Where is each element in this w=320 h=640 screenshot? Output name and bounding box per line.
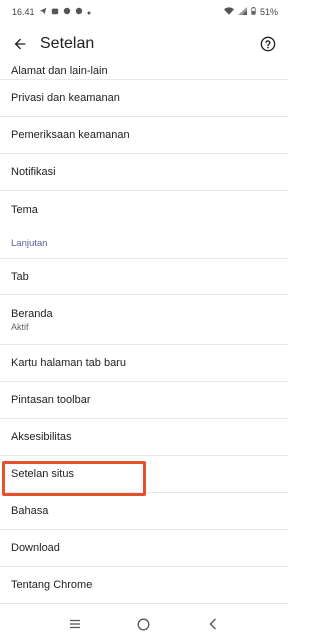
settings-item-label: Privasi dan keamanan [11,92,120,104]
status-time: 16.41 [12,7,35,17]
settings-item-label: Tab [11,270,29,283]
page-title: Setelan [40,35,95,52]
settings-item-pemeriksaan[interactable]: Pemeriksaan keamanan [0,117,288,154]
settings-list: Alamat dan lain-lain Privasi dan keamana… [0,64,288,604]
settings-item-notifikasi[interactable]: Notifikasi [0,154,288,191]
settings-item-setelan-situs[interactable]: Setelan situs [0,456,288,493]
settings-item-label: Tema [11,203,38,216]
settings-item-label: Alamat dan lain-lain [11,65,108,77]
status-right: 51% [223,7,278,17]
settings-item-pintasan-toolbar[interactable]: Pintasan toolbar [0,382,288,419]
notification-circle-icon [63,7,71,17]
back-chevron-icon [209,618,217,630]
help-button[interactable] [248,24,288,64]
nav-home-button[interactable] [124,608,164,640]
settings-item-download[interactable]: Download [0,530,288,567]
status-bar: 16.41 51% [0,0,288,24]
signal-icon [238,7,247,17]
settings-item-alamat[interactable]: Alamat dan lain-lain [0,64,288,80]
app-bar: Setelan [0,24,288,64]
notification-app-icon [51,7,59,17]
settings-item-label: Kartu halaman tab baru [11,357,126,369]
settings-item-kartu-halaman[interactable]: Kartu halaman tab baru [0,345,288,382]
settings-item-label: Bahasa [11,505,49,517]
wifi-icon [223,7,234,17]
settings-item-beranda[interactable]: Beranda Aktif [0,295,288,345]
settings-item-aksesibilitas[interactable]: Aksesibilitas [0,419,288,456]
settings-item-label: Pemeriksaan keamanan [11,129,130,141]
back-button[interactable] [2,24,38,64]
settings-item-label: Notifikasi [11,166,56,178]
settings-item-label: Pintasan toolbar [11,394,91,406]
settings-item-tema[interactable]: Tema [0,191,288,228]
settings-item-bahasa[interactable]: Bahasa [0,493,288,530]
notification-circle-icon-2 [75,7,83,17]
section-header-lanjutan: Lanjutan [11,237,48,249]
home-icon [138,618,150,630]
dot-icon [87,8,91,17]
settings-item-label: Aksesibilitas [11,431,72,443]
settings-item-tab[interactable]: Tab [0,258,288,295]
settings-item-label: Download [11,542,60,554]
nav-back-button[interactable] [193,608,233,640]
settings-item-privasi[interactable]: Privasi dan keamanan [0,80,288,117]
nav-recents-button[interactable] [55,608,95,640]
settings-item-subtitle: Aktif [11,321,29,332]
battery-percent: 51% [259,7,278,17]
telegram-icon [39,7,47,17]
arrow-left-icon [14,38,26,50]
settings-item-tentang-chrome[interactable]: Tentang Chrome [0,567,288,604]
settings-item-label: Beranda [11,307,53,320]
recents-icon [69,619,80,629]
settings-item-label: Setelan situs [11,468,74,480]
battery-icon [251,7,256,17]
settings-item-label: Tentang Chrome [11,579,93,591]
help-circle-icon [260,36,276,52]
status-left: 16.41 [12,7,91,17]
system-nav-bar [0,608,288,640]
